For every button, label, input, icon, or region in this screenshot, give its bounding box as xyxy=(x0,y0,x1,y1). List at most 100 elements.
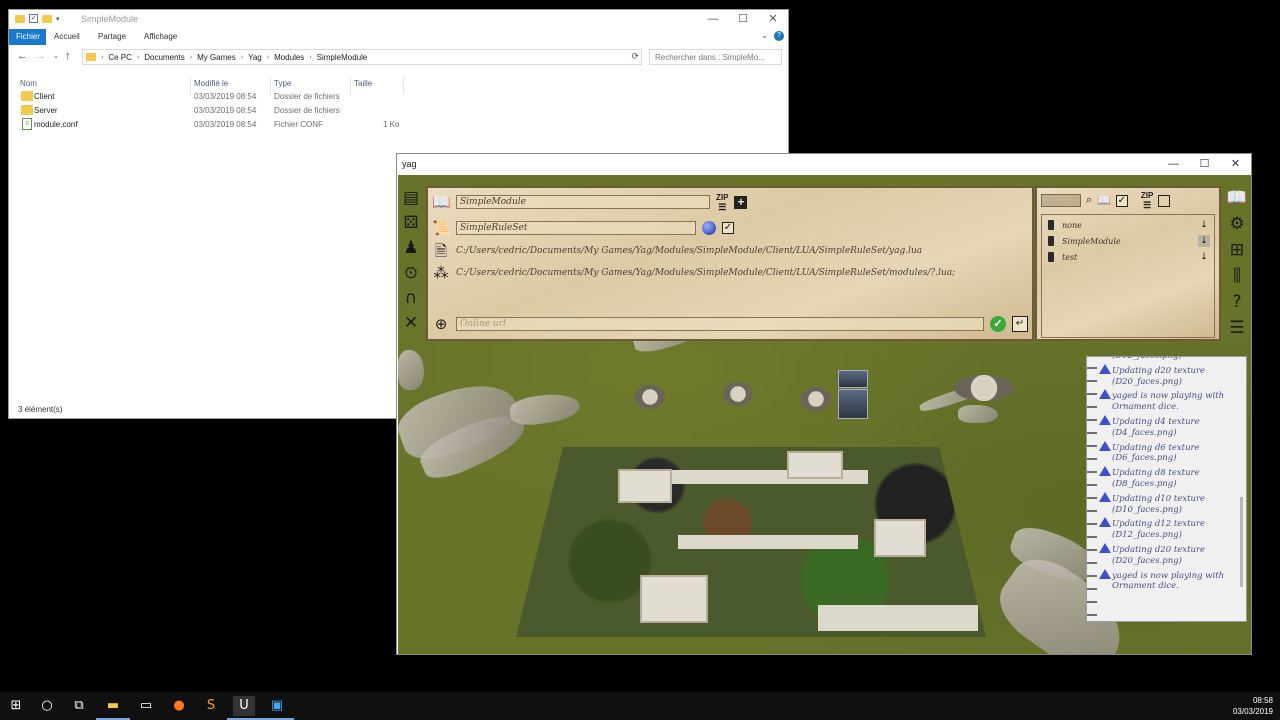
game-scene[interactable]: ▤ ⚄ ♟ ⊙ ∩ ✕ 📖 SimpleModule ZIP ☰ + 📜 Simp… xyxy=(398,175,1251,654)
search-input[interactable]: Rechercher dans : SimpleMo... xyxy=(649,49,782,65)
close-button[interactable]: ✕ xyxy=(758,10,788,28)
warning-triangle-icon xyxy=(1099,466,1111,477)
file-row[interactable]: ≡ module.conf 03/03/2019 08:54 Fichier C… xyxy=(9,118,788,132)
address-bar[interactable]: › Ce PC › Documents › My Games › Yag › M… xyxy=(82,49,642,65)
customize-toolbar-icon[interactable]: ▾ xyxy=(56,15,60,23)
up-arrow-icon[interactable]: ↑ xyxy=(65,50,71,62)
dice-icon[interactable]: ⚄ xyxy=(399,212,423,234)
ruleset-checkbox[interactable]: ✓ xyxy=(722,222,734,234)
folder-icon xyxy=(21,91,33,101)
terminal-taskbar-icon[interactable]: ▭ xyxy=(135,696,157,716)
log-entry: Ornament dice. xyxy=(1099,402,1179,415)
magnet-icon[interactable]: ∩ xyxy=(399,287,423,309)
download-icon[interactable]: ⤓ xyxy=(1198,251,1210,263)
search-icon[interactable]: ⌕ xyxy=(1086,194,1092,207)
log-scrollbar[interactable] xyxy=(1240,497,1243,587)
rock xyxy=(398,350,424,390)
crossed-swords-icon[interactable]: ✕ xyxy=(399,312,423,334)
download-icon[interactable]: ⤓ xyxy=(1198,235,1210,247)
breadcrumb-modules[interactable]: Modules xyxy=(274,53,304,62)
help-icon[interactable]: ? xyxy=(774,31,784,41)
folder-icon xyxy=(86,53,96,61)
tab-fichier[interactable]: Fichier xyxy=(9,29,46,45)
expand-ribbon-icon[interactable]: ⌄ xyxy=(761,31,768,41)
file-row[interactable]: Server 03/03/2019 08:54 Dossier de fichi… xyxy=(9,104,788,118)
column-size[interactable]: Taille xyxy=(354,79,372,88)
module-item-none[interactable]: none ⤓ xyxy=(1046,219,1212,233)
breadcrumb-simplemodule[interactable]: SimpleModule xyxy=(317,53,368,62)
forward-arrow-icon[interactable]: → xyxy=(35,50,46,62)
module-list: none ⤓ SimpleModule ⤓ test ⤓ xyxy=(1041,214,1215,338)
module-item-test[interactable]: test ⤓ xyxy=(1046,251,1212,265)
download-icon[interactable]: ⤓ xyxy=(1198,219,1210,231)
breadcrumb-ce-pc[interactable]: Ce PC xyxy=(108,53,132,62)
breadcrumb-my-games[interactable]: My Games xyxy=(197,53,236,62)
breadcrumb-documents[interactable]: Documents xyxy=(144,53,184,62)
zip-list-checkbox[interactable] xyxy=(1158,194,1171,207)
system-clock[interactable]: 08:58 03/03/2019 xyxy=(1233,695,1273,717)
map-pin-icon[interactable]: ⊙ xyxy=(399,262,423,284)
character-card[interactable] xyxy=(838,370,868,388)
new-folder-icon[interactable] xyxy=(42,14,52,23)
book-icon xyxy=(1048,236,1054,246)
ruleset-orb-icon[interactable] xyxy=(702,221,716,235)
maximize-button[interactable]: ☐ xyxy=(1189,154,1220,175)
miniature-token[interactable] xyxy=(954,375,1014,401)
yag-taskbar-icon[interactable]: ▣ xyxy=(260,696,294,720)
column-type[interactable]: Type xyxy=(274,79,291,88)
log-list-icon[interactable]: ☰ xyxy=(1225,317,1249,339)
properties-check-icon[interactable]: ✓ xyxy=(29,14,38,23)
miniature-token[interactable] xyxy=(801,387,831,411)
minimize-button[interactable]: — xyxy=(1158,154,1189,175)
column-name[interactable]: Nom xyxy=(20,79,37,88)
ruleset-name-input[interactable]: SimpleRuleSet xyxy=(456,221,696,235)
gear-icon[interactable]: ⚙ xyxy=(1225,213,1249,235)
sublime-text-taskbar-icon[interactable]: S xyxy=(200,696,222,716)
file-explorer-taskbar-icon[interactable]: ▬ xyxy=(96,696,130,720)
warning-triangle-icon xyxy=(1099,389,1111,400)
chat-log[interactable]: (D12_faces.png) Updating d20 texture (D20_… xyxy=(1086,356,1247,622)
zip-module-button[interactable]: ZIP ☰ xyxy=(716,193,728,211)
module-search-input[interactable] xyxy=(1041,194,1081,207)
character-card[interactable] xyxy=(838,389,868,419)
breadcrumb-yag[interactable]: Yag xyxy=(248,53,262,62)
tab-partage[interactable]: Partage xyxy=(91,29,133,45)
miniature-token[interactable] xyxy=(635,385,665,409)
warning-triangle-icon xyxy=(1099,363,1111,374)
enter-button[interactable]: ↵ xyxy=(1012,316,1028,332)
network-icon[interactable]: ⊞ xyxy=(1225,239,1249,261)
task-view-icon[interactable]: ⧉ xyxy=(68,696,90,716)
module-filter-checkbox[interactable]: ✓ xyxy=(1115,194,1128,207)
warning-triangle-icon xyxy=(1099,517,1111,528)
add-module-button[interactable]: + xyxy=(734,195,748,209)
unreal-engine-taskbar-icon[interactable]: U xyxy=(227,696,261,720)
start-windows-icon[interactable]: ⊞ xyxy=(5,696,27,716)
module-name-input[interactable]: SimpleModule xyxy=(456,195,710,209)
miniature-token[interactable] xyxy=(723,382,753,406)
search-circle-icon[interactable]: ○ xyxy=(36,696,58,716)
pawn-icon[interactable]: ♟ xyxy=(399,237,423,259)
warning-triangle-icon xyxy=(1099,491,1111,502)
book-filter-icon[interactable]: 📖 xyxy=(1097,194,1111,207)
book-icon[interactable]: 📖 xyxy=(1225,187,1249,209)
notes-icon[interactable]: ▤ xyxy=(399,187,423,209)
refresh-icon[interactable]: ⟳ xyxy=(631,51,639,62)
confirm-check-button[interactable]: ✓ xyxy=(990,316,1006,332)
module-list-panel: ⌕ 📖 ✓ ZIP ☰ none ⤓ SimpleModule ⤓ test ⤓ xyxy=(1035,186,1221,341)
column-modified[interactable]: Modifié le xyxy=(194,79,228,88)
log-entry: (D20_faces.png) xyxy=(1099,377,1182,390)
module-item-simplemodule[interactable]: SimpleModule ⤓ xyxy=(1046,235,1212,249)
minimize-button[interactable]: — xyxy=(698,10,728,28)
tab-accueil[interactable]: Accueil xyxy=(47,29,87,45)
zip-list-button[interactable]: ZIP ☰ xyxy=(1141,192,1153,210)
recent-locations-icon[interactable]: ⌄ xyxy=(53,52,59,60)
tab-affichage[interactable]: Affichage xyxy=(137,29,184,45)
file-row[interactable]: Client 03/03/2019 08:54 Dossier de fichi… xyxy=(9,90,788,104)
close-button[interactable]: ✕ xyxy=(1220,154,1251,175)
maximize-button[interactable]: ☐ xyxy=(728,10,758,28)
sliders-icon[interactable]: ⫼ xyxy=(1225,265,1249,287)
help-icon[interactable]: ? xyxy=(1225,291,1249,313)
online-url-input[interactable]: Online url xyxy=(456,317,984,331)
firefox-taskbar-icon[interactable]: ● xyxy=(168,696,190,716)
back-arrow-icon[interactable]: ← xyxy=(17,50,28,62)
